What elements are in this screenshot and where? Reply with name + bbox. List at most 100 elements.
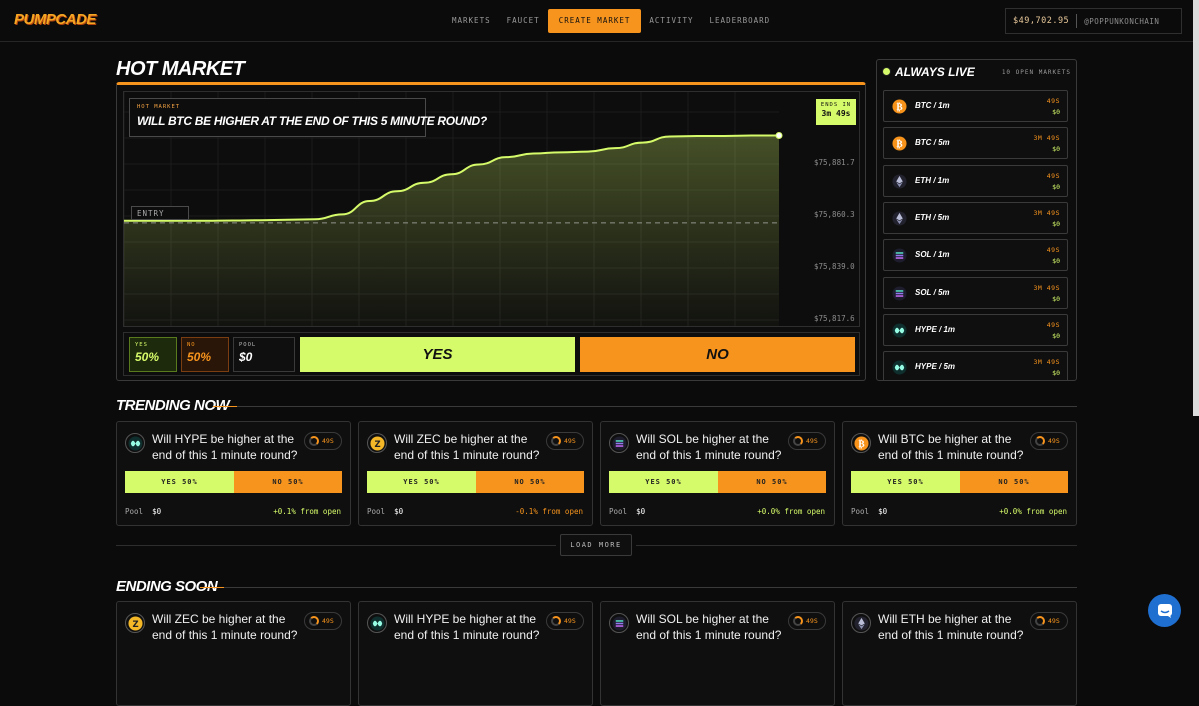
hype-icon bbox=[367, 613, 387, 633]
timer-value: 49S bbox=[322, 437, 334, 445]
live-market-item[interactable]: ETH / 5m 3M 49S $0 bbox=[883, 201, 1068, 234]
chat-icon bbox=[1157, 603, 1172, 618]
hot-market-kicker: HOT MARKET bbox=[137, 104, 181, 110]
nav-faucet[interactable]: FAUCET bbox=[499, 9, 548, 33]
hot-market-panel: HOT MARKET WILL BTC BE HIGHER AT THE END… bbox=[116, 82, 866, 381]
live-market-item[interactable]: HYPE / 5m 3M 49S $0 bbox=[883, 351, 1068, 380]
yes-odds-label: YES bbox=[135, 342, 148, 348]
sol-icon bbox=[609, 433, 629, 453]
market-card[interactable]: Will SOL be higher at the end of this 1 … bbox=[600, 601, 835, 706]
market-card[interactable]: Z Will ZEC be higher at the end of this 1… bbox=[116, 601, 351, 706]
nav-markets[interactable]: MARKETS bbox=[444, 9, 499, 33]
section-divider bbox=[200, 587, 1077, 588]
live-market-time: 49S bbox=[1046, 171, 1060, 180]
nav-leaderboard[interactable]: LEADERBOARD bbox=[702, 9, 779, 33]
round-timer: 49S bbox=[546, 432, 584, 450]
wallet-username: @POPPUNKONCHAIN bbox=[1084, 16, 1160, 26]
card-yes-button[interactable]: YES 50% bbox=[367, 471, 476, 493]
svg-text:₿: ₿ bbox=[896, 138, 902, 150]
card-pool-value: $0 bbox=[394, 507, 404, 516]
zec-icon: Z bbox=[125, 613, 145, 633]
live-market-pool: $0 bbox=[1052, 294, 1060, 303]
pumpcade-logo[interactable]: PUMPCADE bbox=[14, 11, 96, 28]
market-card[interactable]: Will SOL be higher at the end of this 1 … bbox=[600, 421, 835, 526]
live-market-time: 3M 49S bbox=[1033, 358, 1060, 367]
wallet-balance: $49,702.95 bbox=[1013, 16, 1070, 26]
chat-button[interactable] bbox=[1148, 594, 1181, 627]
market-card[interactable]: Will ETH be higher at the end of this 1 … bbox=[842, 601, 1077, 706]
svg-text:₿: ₿ bbox=[858, 437, 864, 449]
hot-market-title: HOT MARKET bbox=[116, 58, 245, 80]
card-yes-button[interactable]: YES 50% bbox=[125, 471, 234, 493]
live-market-pool: $0 bbox=[1052, 182, 1060, 191]
sol-icon bbox=[609, 613, 629, 633]
market-question: Will ETH be higher at the end of this 1 … bbox=[878, 612, 1024, 642]
card-no-button[interactable]: NO 50% bbox=[960, 471, 1068, 493]
wallet-button[interactable]: $49,702.95 @POPPUNKONCHAIN bbox=[1005, 8, 1182, 34]
live-market-item[interactable]: ₿ BTC / 1m 49S $0 bbox=[883, 90, 1068, 122]
card-pool-label: Pool bbox=[609, 507, 628, 516]
card-yes-button[interactable]: YES 50% bbox=[609, 471, 718, 493]
timer-ring-icon bbox=[793, 436, 803, 446]
card-pool-label: Pool bbox=[367, 507, 386, 516]
market-card[interactable]: ₿ Will BTC be higher at the end of this 1… bbox=[842, 421, 1077, 526]
hot-market-question-box: HOT MARKET WILL BTC BE HIGHER AT THE END… bbox=[129, 98, 487, 137]
bet-yes-button[interactable]: YES bbox=[300, 337, 575, 372]
divider bbox=[636, 545, 1077, 546]
eth-icon bbox=[851, 613, 871, 633]
live-market-item[interactable]: SOL / 5m 3M 49S $0 bbox=[883, 276, 1068, 309]
ending-soon-header: ENDING SOON bbox=[116, 578, 1077, 598]
live-market-pool: $0 bbox=[1052, 257, 1060, 266]
round-timer: 49S bbox=[304, 612, 342, 630]
timer-value: 49S bbox=[1048, 437, 1060, 445]
market-card[interactable]: Z Will ZEC be higher at the end of this 1… bbox=[358, 421, 593, 526]
card-pool: Pool $0 bbox=[609, 507, 645, 516]
live-market-name: BTC / 5m bbox=[915, 138, 950, 148]
card-yes-button[interactable]: YES 50% bbox=[851, 471, 960, 493]
market-card[interactable]: Will HYPE be higher at the end of this 1… bbox=[358, 601, 593, 706]
card-change-from-open: -0.1% from open bbox=[515, 507, 583, 516]
timer-ring-icon bbox=[1035, 436, 1045, 446]
eth-icon bbox=[892, 211, 907, 226]
card-no-button[interactable]: NO 50% bbox=[234, 471, 342, 493]
y-tick-label: $75,860.3 bbox=[814, 210, 855, 219]
live-market-item[interactable]: ETH / 1m 49S $0 bbox=[883, 164, 1068, 197]
svg-text:Z: Z bbox=[132, 618, 138, 628]
live-market-name: SOL / 5m bbox=[915, 287, 950, 297]
timer-value: 49S bbox=[806, 437, 818, 445]
nav-activity[interactable]: ACTIVITY bbox=[641, 9, 701, 33]
market-question: Will HYPE be higher at the end of this 1… bbox=[152, 432, 298, 462]
svg-text:Z: Z bbox=[374, 438, 380, 448]
pool-label: POOL bbox=[239, 342, 257, 348]
yes-odds-stat: YES 50% bbox=[129, 337, 177, 372]
market-card[interactable]: Will HYPE be higher at the end of this 1… bbox=[116, 421, 351, 526]
load-more-button[interactable]: LOAD MORE bbox=[560, 534, 632, 556]
card-change-from-open: +0.1% from open bbox=[273, 507, 341, 516]
top-bar: PUMPCADE MARKETS FAUCET CREATE MARKET AC… bbox=[0, 0, 1199, 42]
live-market-pool: $0 bbox=[1052, 331, 1060, 340]
y-tick-label: $75,817.6 bbox=[814, 314, 855, 323]
live-market-time: 49S bbox=[1046, 320, 1060, 329]
live-market-time: 49S bbox=[1046, 97, 1060, 105]
nav-create-market[interactable]: CREATE MARKET bbox=[547, 9, 642, 33]
bet-no-button[interactable]: NO bbox=[580, 337, 855, 372]
y-tick-label: $75,839.0 bbox=[814, 262, 855, 271]
scrollbar[interactable] bbox=[1193, 0, 1199, 416]
ends-in-value: 3m 49s bbox=[821, 109, 851, 118]
card-no-button[interactable]: NO 50% bbox=[476, 471, 584, 493]
live-market-item[interactable]: HYPE / 1m 49S $0 bbox=[883, 313, 1068, 346]
timer-value: 49S bbox=[1048, 617, 1060, 625]
live-market-time: 3M 49S bbox=[1033, 134, 1060, 143]
ends-in-label: ENDS IN bbox=[820, 102, 852, 108]
hype-icon bbox=[125, 433, 145, 453]
live-market-item[interactable]: ₿ BTC / 5m 3M 49S $0 bbox=[883, 127, 1068, 160]
live-market-time: 3M 49S bbox=[1033, 208, 1060, 217]
timer-value: 49S bbox=[322, 617, 334, 625]
live-market-item[interactable]: SOL / 1m 49S $0 bbox=[883, 239, 1068, 272]
pool-stat: POOL $0 bbox=[233, 337, 295, 372]
card-no-button[interactable]: NO 50% bbox=[718, 471, 826, 493]
timer-ring-icon bbox=[1035, 616, 1045, 626]
ends-in-badge: ENDS IN 3m 49s bbox=[816, 99, 856, 125]
live-market-name: ETH / 1m bbox=[915, 175, 950, 185]
always-live-title: ALWAYS LIVE bbox=[895, 65, 975, 79]
